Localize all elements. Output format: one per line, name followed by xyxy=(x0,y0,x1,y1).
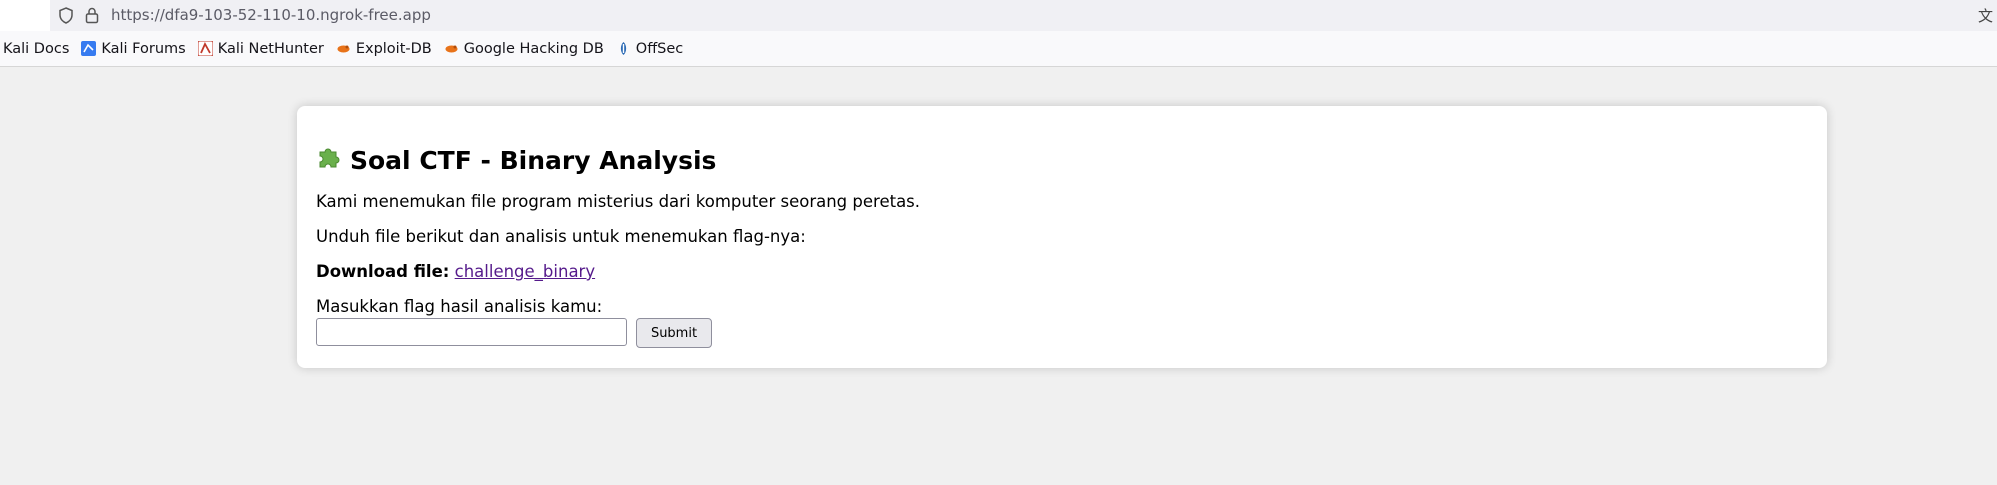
exploit-db-icon xyxy=(336,41,351,56)
bookmark-exploit-db[interactable]: Exploit-DB xyxy=(336,41,432,57)
page-title-text: Soal CTF - Binary Analysis xyxy=(350,145,717,175)
flag-prompt: Masukkan flag hasil analisis kamu: xyxy=(316,297,603,316)
download-line: Download file: challenge_binary xyxy=(316,262,595,281)
bookmark-label: Kali Docs xyxy=(3,40,70,57)
bookmark-label: Kali NetHunter xyxy=(217,40,324,57)
bookmark-label: Exploit-DB xyxy=(355,40,432,57)
kali-nethunter-icon xyxy=(197,40,214,57)
instruction-text: Unduh file berikut dan analisis untuk me… xyxy=(316,227,806,246)
google-hacking-db-icon xyxy=(444,41,459,56)
offsec-icon xyxy=(616,41,631,56)
submit-button[interactable]: Submit xyxy=(636,318,712,348)
download-label: Download file: xyxy=(316,262,450,281)
page-title: Soal CTF - Binary Analysis xyxy=(316,144,716,176)
bookmark-kali-nethunter[interactable]: Kali NetHunter xyxy=(197,40,324,57)
url-text[interactable]: https://dfa9-103-52-110-10.ngrok-free.ap… xyxy=(111,6,431,24)
bookmarks-toolbar: Kali Docs Kali Forums Kali NetHunter Exp… xyxy=(0,31,1997,67)
address-bar[interactable]: https://dfa9-103-52-110-10.ngrok-free.ap… xyxy=(50,0,1997,31)
browser-toolbar: https://dfa9-103-52-110-10.ngrok-free.ap… xyxy=(0,0,1997,31)
bookmark-label: OffSec xyxy=(635,40,684,57)
bookmark-kali-docs[interactable]: Kali Docs xyxy=(3,41,69,57)
bookmark-label: Kali Forums xyxy=(101,40,186,57)
translate-icon[interactable]: 文 xyxy=(1978,5,1993,26)
lock-icon[interactable] xyxy=(85,6,99,28)
bookmark-google-hacking-db[interactable]: Google Hacking DB xyxy=(444,41,604,57)
bookmark-kali-forums[interactable]: Kali Forums xyxy=(81,40,186,57)
download-link[interactable]: challenge_binary xyxy=(455,262,595,281)
bookmark-label: Google Hacking DB xyxy=(463,40,604,57)
bookmark-offsec[interactable]: OffSec xyxy=(616,40,684,57)
flag-input[interactable] xyxy=(316,318,627,346)
challenge-card: Soal CTF - Binary Analysis Kami menemuka… xyxy=(297,106,1827,368)
kali-forums-icon xyxy=(81,41,97,56)
intro-text: Kami menemukan file program misterius da… xyxy=(316,192,921,211)
shield-icon[interactable] xyxy=(58,7,74,28)
puzzle-icon xyxy=(316,144,342,176)
